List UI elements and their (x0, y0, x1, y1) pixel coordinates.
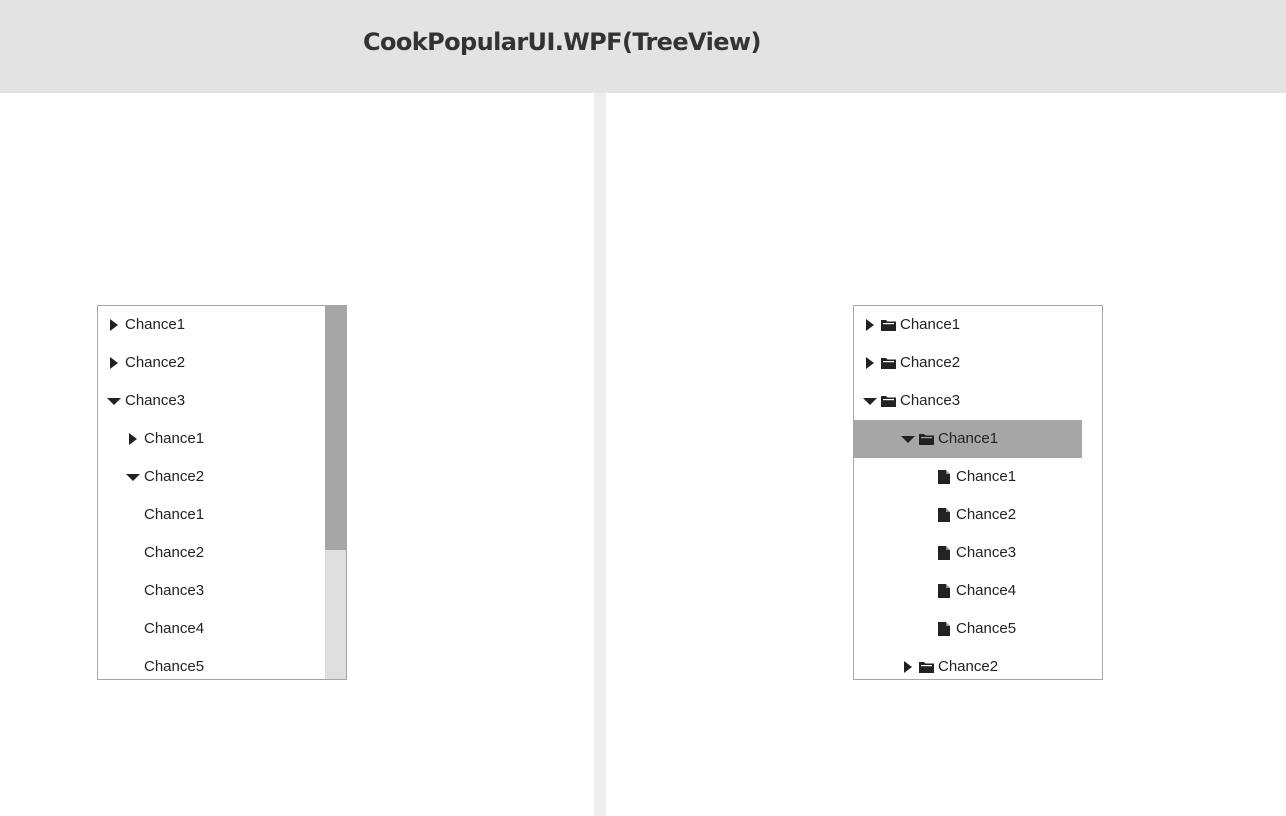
scrollbar-thumb[interactable] (325, 306, 346, 550)
tree-item[interactable]: Chance2 (98, 458, 326, 496)
title-bar: CookPopularUI.WPF(TreeView) (0, 0, 1286, 93)
tree-item[interactable]: Chance2 (854, 648, 1082, 679)
file-icon (938, 622, 950, 636)
tree-item[interactable]: Chance1 (854, 458, 1082, 496)
tree-item-label: Chance2 (938, 658, 999, 675)
collapse-arrow-icon[interactable] (126, 474, 140, 481)
tree-item-label: Chance1 (956, 468, 1017, 485)
tree-item-label: Chance4 (144, 620, 205, 637)
tree-item[interactable]: Chance1 (98, 420, 326, 458)
tree-item[interactable]: Chance2 (854, 496, 1082, 534)
expand-arrow-icon[interactable] (904, 661, 912, 673)
folder-icon (919, 662, 934, 673)
file-icon (938, 584, 950, 598)
file-icon (938, 508, 950, 522)
tree-item[interactable]: Chance2 (854, 344, 1082, 382)
tree-item[interactable]: Chance5 (854, 610, 1082, 648)
tree-item-label: Chance3 (125, 392, 186, 409)
tree-item-label: Chance3 (956, 544, 1017, 561)
tree-item-label: Chance1 (144, 506, 205, 523)
expand-arrow-icon[interactable] (129, 433, 137, 445)
tree-item-label: Chance3 (144, 582, 205, 599)
tree-item-label: Chance2 (144, 544, 205, 561)
collapse-arrow-icon[interactable] (107, 398, 121, 405)
expand-arrow-icon[interactable] (110, 357, 118, 369)
tree-item[interactable]: Chance4 (98, 610, 326, 648)
collapse-arrow-icon[interactable] (863, 398, 877, 405)
tree-item[interactable]: Chance4 (854, 572, 1082, 610)
expand-arrow-icon[interactable] (110, 319, 118, 331)
tree-item-label: Chance1 (900, 316, 961, 333)
tree-item-selected[interactable]: Chance1 (854, 420, 1082, 458)
treeview-default[interactable]: Chance1 Chance2 Chance3 Chance1 Chance2 … (97, 305, 347, 680)
tree-item[interactable]: Chance2 (98, 534, 326, 572)
tree-item-label: Chance1 (938, 430, 999, 447)
tree-item-label: Chance5 (956, 620, 1017, 637)
pane-divider[interactable] (594, 93, 606, 816)
expand-arrow-icon[interactable] (866, 319, 874, 331)
tree-item[interactable]: Chance5 (98, 648, 326, 679)
tree-item-label: Chance1 (144, 430, 205, 447)
file-icon (938, 470, 950, 484)
tree-item[interactable]: Chance1 (854, 306, 1082, 344)
tree-item[interactable]: Chance3 (98, 382, 326, 420)
tree-item[interactable]: Chance1 (98, 496, 326, 534)
folder-icon (881, 358, 896, 369)
tree-item-label: Chance2 (956, 506, 1017, 523)
tree-item[interactable]: Chance2 (98, 344, 326, 382)
tree-item-label: Chance2 (125, 354, 186, 371)
treeview-with-icons[interactable]: Chance1 Chance2 Chance3 Chance1 Chance1 (853, 305, 1103, 680)
tree-item-label: Chance5 (144, 658, 205, 675)
tree-item-label: Chance2 (144, 468, 205, 485)
folder-icon (919, 434, 934, 445)
tree-item-label: Chance4 (956, 582, 1017, 599)
tree-item-label: Chance1 (125, 316, 186, 333)
expand-arrow-icon[interactable] (866, 357, 874, 369)
page-title: CookPopularUI.WPF(TreeView) (363, 28, 761, 56)
vertical-scrollbar[interactable] (325, 306, 346, 679)
folder-icon (881, 396, 896, 407)
folder-icon (881, 320, 896, 331)
tree-item-label: Chance2 (900, 354, 961, 371)
tree-item[interactable]: Chance1 (98, 306, 326, 344)
tree-item[interactable]: Chance3 (854, 382, 1082, 420)
collapse-arrow-icon[interactable] (901, 436, 915, 443)
file-icon (938, 546, 950, 560)
tree-item[interactable]: Chance3 (98, 572, 326, 610)
tree-item-label: Chance3 (900, 392, 961, 409)
tree-item[interactable]: Chance3 (854, 534, 1082, 572)
